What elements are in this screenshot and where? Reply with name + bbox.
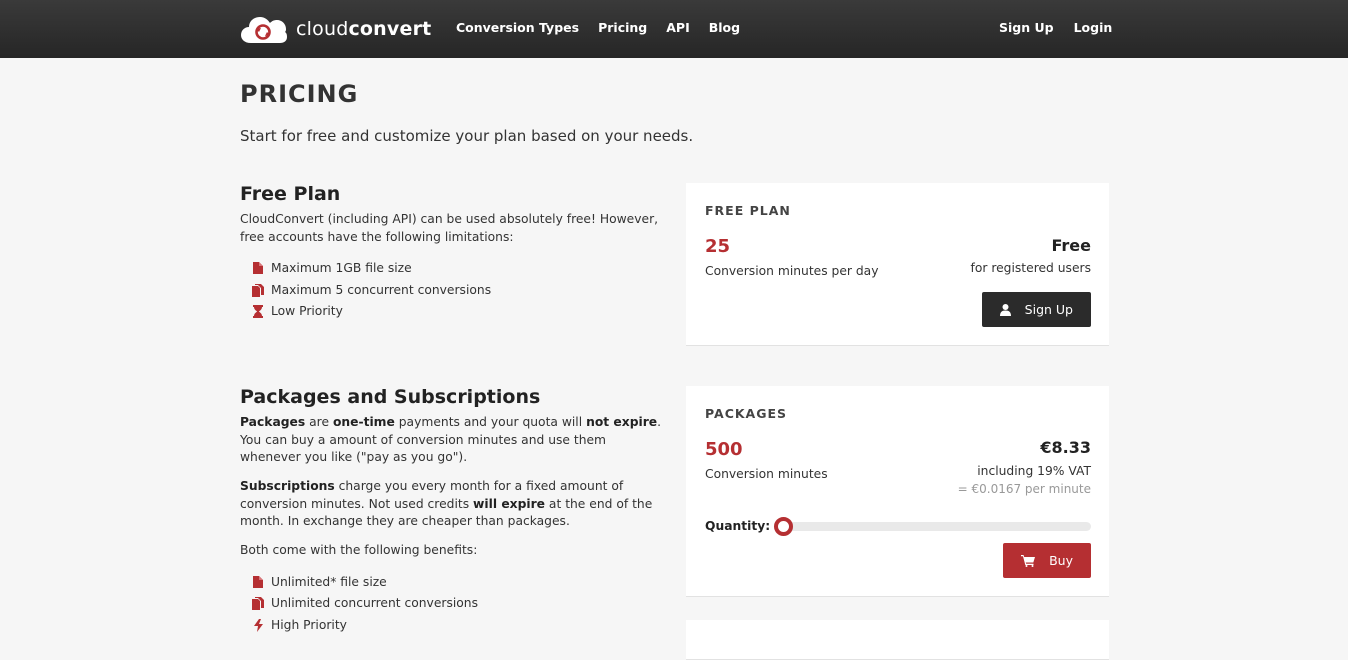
nav-api[interactable]: API bbox=[666, 20, 690, 35]
page-subtitle: Start for free and customize your plan b… bbox=[240, 127, 694, 145]
per-minute-price: = €0.0167 per minute bbox=[957, 482, 1091, 496]
feature-item: Maximum 5 concurrent conversions bbox=[252, 283, 491, 297]
feature-text: High Priority bbox=[271, 618, 347, 632]
user-icon bbox=[999, 303, 1011, 316]
hourglass-icon bbox=[252, 304, 264, 318]
packages-heading: Packages and Subscriptions bbox=[240, 386, 541, 408]
subscriptions-paragraph: Subscriptions charge you every month for… bbox=[240, 479, 653, 528]
nav-sign-up[interactable]: Sign Up bbox=[999, 20, 1054, 35]
files-icon bbox=[252, 596, 264, 610]
minutes-label: Conversion minutes bbox=[705, 467, 828, 481]
main-nav: Conversion Types Pricing API Blog bbox=[456, 20, 759, 35]
file-icon bbox=[252, 262, 264, 275]
feature-text: Unlimited* file size bbox=[271, 575, 387, 589]
page-title: PRICING bbox=[240, 80, 359, 108]
free-plan-heading: Free Plan bbox=[240, 183, 341, 205]
free-plan-intro: CloudConvert (including API) can be used… bbox=[240, 212, 659, 244]
feature-item: High Priority bbox=[252, 618, 347, 632]
button-label: Sign Up bbox=[1024, 302, 1073, 317]
benefits-intro: Both come with the following benefits: bbox=[240, 543, 478, 557]
packages-card: PACKAGES 500 Conversion minutes €8.33 in… bbox=[686, 386, 1109, 597]
nav-blog[interactable]: Blog bbox=[709, 20, 740, 35]
card-heading: FREE PLAN bbox=[705, 203, 791, 218]
price-note: for registered users bbox=[970, 261, 1091, 275]
nav-conversion-types[interactable]: Conversion Types bbox=[456, 20, 579, 35]
vat-note: including 19% VAT bbox=[977, 464, 1091, 478]
feature-text: Maximum 5 concurrent conversions bbox=[271, 283, 492, 297]
package-price: €8.33 bbox=[1040, 438, 1091, 457]
quantity-slider[interactable] bbox=[774, 517, 1091, 536]
slider-handle[interactable] bbox=[774, 517, 793, 536]
button-label: Buy bbox=[1049, 553, 1073, 568]
quantity-label: Quantity: bbox=[705, 519, 771, 533]
cloud-logo-icon bbox=[241, 17, 287, 43]
packages-paragraph: Packages are one-time payments and your … bbox=[240, 415, 662, 464]
plan-price: Free bbox=[1051, 236, 1092, 255]
minutes-amount: 25 bbox=[705, 236, 731, 257]
feature-text: Low Priority bbox=[271, 304, 343, 318]
subscriptions-card bbox=[686, 620, 1109, 660]
minutes-label: Conversion minutes per day bbox=[705, 264, 879, 278]
bolt-icon bbox=[252, 618, 264, 632]
logo-text: cloudconvert bbox=[296, 18, 432, 40]
buy-button[interactable]: Buy bbox=[1003, 543, 1091, 578]
nav-login[interactable]: Login bbox=[1074, 20, 1113, 35]
free-plan-card: FREE PLAN 25 Conversion minutes per day … bbox=[686, 183, 1109, 346]
feature-item: Low Priority bbox=[252, 304, 343, 318]
feature-item: Unlimited concurrent conversions bbox=[252, 596, 478, 610]
minutes-amount: 500 bbox=[705, 439, 743, 460]
cart-icon bbox=[1021, 554, 1036, 567]
file-icon bbox=[252, 576, 264, 589]
nav-pricing[interactable]: Pricing bbox=[598, 20, 647, 35]
sign-up-button[interactable]: Sign Up bbox=[981, 292, 1091, 327]
files-icon bbox=[252, 283, 264, 297]
feature-item: Maximum 1GB file size bbox=[252, 261, 412, 275]
feature-text: Unlimited concurrent conversions bbox=[271, 596, 478, 610]
top-navbar: cloudconvert Conversion Types Pricing AP… bbox=[0, 0, 1348, 58]
auth-links: Sign Up Login bbox=[999, 20, 1132, 35]
feature-item: Unlimited* file size bbox=[252, 575, 387, 589]
card-heading: PACKAGES bbox=[705, 406, 788, 421]
feature-text: Maximum 1GB file size bbox=[271, 261, 412, 275]
logo[interactable]: cloudconvert bbox=[241, 14, 431, 44]
